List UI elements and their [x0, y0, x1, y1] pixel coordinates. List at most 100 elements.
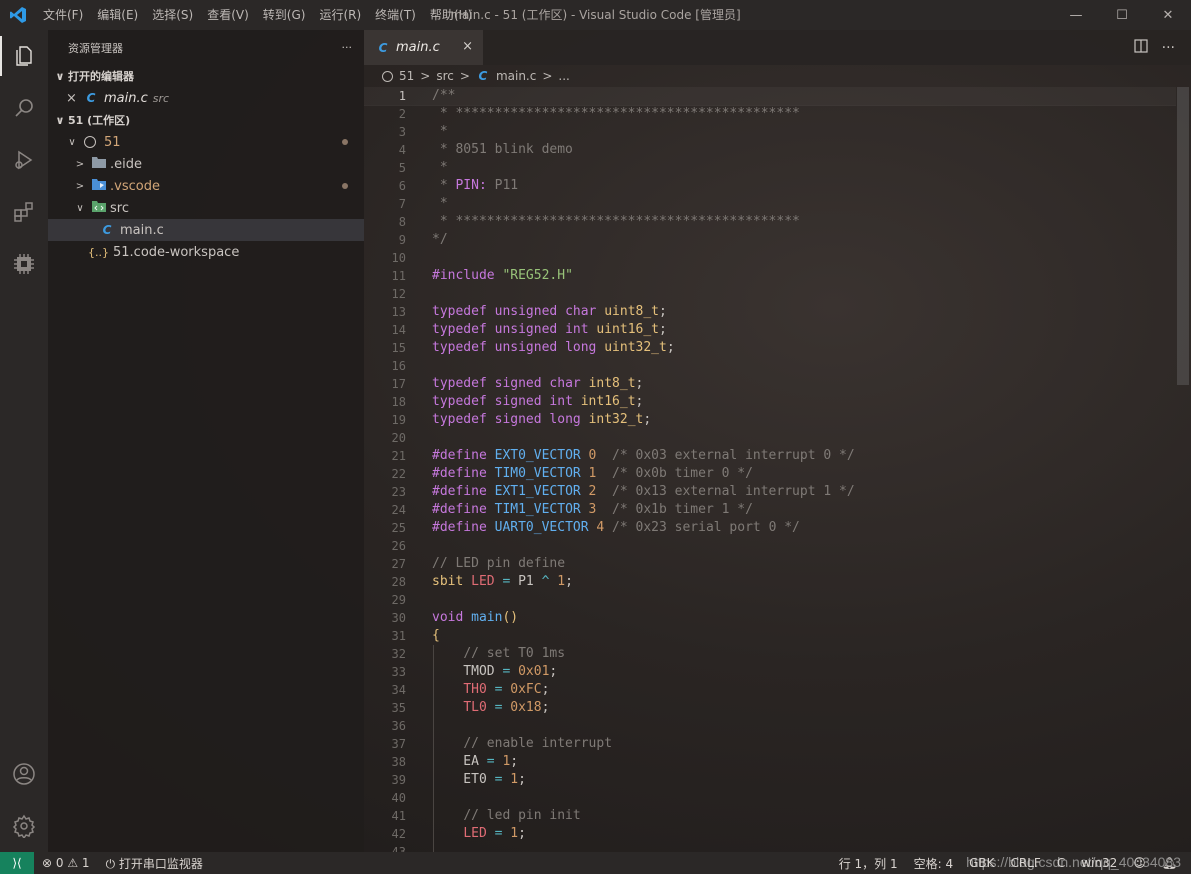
- code-line[interactable]: 27 // LED pin define: [364, 555, 1176, 573]
- code-line[interactable]: 8 * ************************************…: [364, 213, 1176, 231]
- breadcrumb-file[interactable]: main.c: [496, 69, 536, 83]
- code-token: #define: [432, 466, 487, 481]
- code-line[interactable]: 35 TL0 = 0x18;: [364, 699, 1176, 717]
- code-line[interactable]: 36: [364, 717, 1176, 735]
- menu-item[interactable]: 运行(R): [312, 0, 368, 30]
- menu-item[interactable]: 选择(S): [145, 0, 200, 30]
- editor-scrollbar[interactable]: [1177, 87, 1189, 385]
- code-line[interactable]: 39 ET0 = 1;: [364, 771, 1176, 789]
- serial-monitor-button[interactable]: ⏻ 打开串口监视器: [98, 855, 211, 872]
- breadcrumb-root[interactable]: 51: [399, 69, 414, 83]
- code-line[interactable]: 20: [364, 429, 1176, 447]
- code-token: TIM1_VECTOR: [494, 502, 581, 517]
- tree-item-51[interactable]: ∨ 51: [48, 131, 364, 153]
- minimize-button[interactable]: —: [1053, 0, 1099, 30]
- breadcrumb-trail[interactable]: ...: [558, 69, 569, 83]
- extensions-icon[interactable]: [0, 186, 48, 238]
- code-line[interactable]: 7 *: [364, 195, 1176, 213]
- close-tab-icon[interactable]: ×: [462, 39, 473, 54]
- more-actions-icon[interactable]: ···: [1162, 40, 1175, 56]
- code-line[interactable]: 28 sbit LED = P1 ^ 1;: [364, 573, 1176, 591]
- code-line[interactable]: 31 {: [364, 627, 1176, 645]
- code-line[interactable]: 4 * 8051 blink demo: [364, 141, 1176, 159]
- code-line[interactable]: 11 #include "REG52.H": [364, 267, 1176, 285]
- run-debug-icon[interactable]: [0, 134, 48, 186]
- code-line[interactable]: 24 #define TIM1_VECTOR 3 /* 0x1b timer 1 …: [364, 501, 1176, 519]
- code-line[interactable]: 25 #define UART0_VECTOR 4 /* 0x23 serial …: [364, 519, 1176, 537]
- remote-indicator[interactable]: ⟩⟨: [0, 852, 34, 874]
- code-line[interactable]: 12: [364, 285, 1176, 303]
- code-line[interactable]: 32 // set T0 1ms: [364, 645, 1176, 663]
- breadcrumb-folder[interactable]: src: [436, 69, 454, 83]
- code-line[interactable]: 3 *: [364, 123, 1176, 141]
- code-line[interactable]: 14 typedef unsigned int uint16_t;: [364, 321, 1176, 339]
- open-editor-name: main.c: [104, 90, 148, 106]
- code-line[interactable]: 19 typedef signed long int32_t;: [364, 411, 1176, 429]
- code-line[interactable]: 23 #define EXT1_VECTOR 2 /* 0x13 external…: [364, 483, 1176, 501]
- code-line[interactable]: 29: [364, 591, 1176, 609]
- chip-icon[interactable]: [0, 238, 48, 290]
- open-editors-section[interactable]: ∨ 打开的编辑器: [48, 65, 364, 87]
- open-editor-item[interactable]: × C main.c src: [48, 87, 364, 109]
- tree-item-eide[interactable]: > .eide: [48, 153, 364, 175]
- tab-main-c[interactable]: C main.c ×: [364, 30, 483, 65]
- code-line[interactable]: 37 // enable interrupt: [364, 735, 1176, 753]
- account-icon[interactable]: [0, 748, 48, 800]
- gear-icon[interactable]: [0, 800, 48, 852]
- code-line[interactable]: 16: [364, 357, 1176, 375]
- menu-item[interactable]: 转到(G): [256, 0, 313, 30]
- line-number: 9: [398, 233, 406, 247]
- code-token: EXT0_VECTOR: [494, 448, 581, 463]
- tree-item-src[interactable]: ∨ src: [48, 197, 364, 219]
- code-line[interactable]: 10: [364, 249, 1176, 267]
- problems-indicator[interactable]: ⊗ 0 ⚠ 1: [34, 856, 98, 870]
- explorer-icon[interactable]: [0, 30, 48, 82]
- code-line[interactable]: 42 LED = 1;: [364, 825, 1176, 843]
- code-line[interactable]: 33 TMOD = 0x01;: [364, 663, 1176, 681]
- code-line[interactable]: 38 EA = 1;: [364, 753, 1176, 771]
- code-line[interactable]: 5 *: [364, 159, 1176, 177]
- more-actions-button[interactable]: ···: [342, 41, 353, 54]
- tree-item-workspace-file[interactable]: {..} 51.code-workspace: [48, 241, 364, 263]
- close-window-button[interactable]: ✕: [1145, 0, 1191, 30]
- code-line[interactable]: 22 #define TIM0_VECTOR 1 /* 0x0b timer 0 …: [364, 465, 1176, 483]
- workspace-section[interactable]: ∨ 51 (工作区): [48, 109, 364, 131]
- menu-item[interactable]: 终端(T): [368, 0, 423, 30]
- indentation[interactable]: 空格: 4: [906, 855, 962, 872]
- code-line[interactable]: 6 * PIN: P11: [364, 177, 1176, 195]
- code-text: #define EXT1_VECTOR 2 /* 0x13 external i…: [432, 483, 855, 501]
- code-line[interactable]: 15 typedef unsigned long uint32_t;: [364, 339, 1176, 357]
- menu-item[interactable]: 编辑(E): [90, 0, 145, 30]
- code-line[interactable]: 21 #define EXT0_VECTOR 0 /* 0x03 external…: [364, 447, 1176, 465]
- menu-item[interactable]: 帮助(H): [423, 0, 479, 30]
- maximize-button[interactable]: ☐: [1099, 0, 1145, 30]
- code-line[interactable]: 40: [364, 789, 1176, 807]
- code-token: void: [432, 610, 464, 625]
- tree-item-main-c[interactable]: C main.c: [48, 219, 364, 241]
- code-line[interactable]: 30 void main(): [364, 609, 1176, 627]
- tree-item-vscode[interactable]: > .vscode: [48, 175, 364, 197]
- cursor-position[interactable]: 行 1，列 1: [831, 855, 906, 872]
- code-line[interactable]: 43: [364, 843, 1176, 852]
- code-line[interactable]: 9 */: [364, 231, 1176, 249]
- code-token: ;: [510, 754, 519, 769]
- code-line[interactable]: 2 * ************************************…: [364, 105, 1176, 123]
- search-icon[interactable]: [0, 82, 48, 134]
- code-line[interactable]: 34 TH0 = 0xFC;: [364, 681, 1176, 699]
- menu-item[interactable]: 文件(F): [36, 0, 90, 30]
- code-editor[interactable]: 1 /** 2 * ********************************…: [364, 87, 1176, 852]
- code-line[interactable]: 1 /**: [364, 87, 1176, 106]
- code-line[interactable]: 41 // led pin init: [364, 807, 1176, 825]
- code-token: signed: [494, 394, 542, 409]
- split-editor-icon[interactable]: [1134, 38, 1148, 57]
- code-line[interactable]: 18 typedef signed int int16_t;: [364, 393, 1176, 411]
- menu-item[interactable]: 查看(V): [200, 0, 256, 30]
- code-text: *: [432, 159, 448, 177]
- code-line[interactable]: 17 typedef signed char int8_t;: [364, 375, 1176, 393]
- code-line[interactable]: 26: [364, 537, 1176, 555]
- code-line[interactable]: 13 typedef unsigned char uint8_t;: [364, 303, 1176, 321]
- close-icon[interactable]: ×: [66, 91, 80, 106]
- line-number: 15: [391, 341, 406, 355]
- chevron-down-icon: ∨: [76, 202, 84, 214]
